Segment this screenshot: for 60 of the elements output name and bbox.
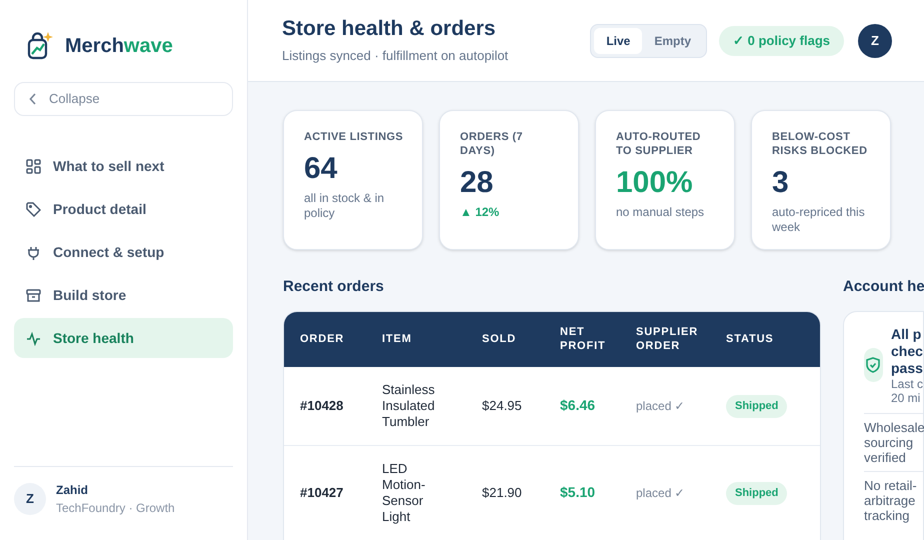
stat-label: AUTO-ROUTED TO SUPPLIER bbox=[616, 130, 702, 158]
column-header: ORDER bbox=[300, 332, 346, 346]
user-org: TechFoundry · Growth bbox=[56, 500, 175, 517]
table-cell-text: placed ✓ bbox=[636, 398, 686, 414]
column-header: ITEM bbox=[382, 332, 413, 346]
table-cell-text: $24.95 bbox=[482, 396, 523, 415]
user-name: Zahid bbox=[56, 482, 89, 499]
mode-tab[interactable]: Live bbox=[594, 28, 642, 54]
collapse-button[interactable]: Collapse bbox=[14, 82, 233, 116]
logo-icon bbox=[27, 32, 53, 60]
user-avatar: Z bbox=[14, 483, 46, 515]
page-subtitle: Listings synced · fulfillment on autopilot bbox=[282, 46, 508, 65]
table-cell-text: Stainless Insulated Tumbler bbox=[382, 382, 436, 430]
pulse-icon bbox=[26, 330, 41, 346]
avatar[interactable]: Z bbox=[858, 24, 892, 58]
policy-flags-badge: ✓ 0 policy flags bbox=[719, 26, 844, 56]
stat-note: no manual steps bbox=[616, 205, 706, 220]
stat-value: 3 bbox=[772, 165, 790, 201]
plug-icon bbox=[26, 244, 41, 260]
table-cell-text: $6.46 bbox=[560, 396, 596, 415]
brand-name: Merchwave bbox=[65, 34, 173, 59]
section-title: Recent orders bbox=[283, 277, 385, 297]
section-title: Account he bbox=[843, 277, 924, 297]
page-title: Store health & orders bbox=[282, 16, 497, 42]
nav-item[interactable]: Connect & setup bbox=[14, 232, 233, 272]
mode-tab[interactable]: Empty bbox=[642, 28, 704, 54]
stat-note: all in stock & in policy bbox=[304, 191, 386, 221]
box-icon bbox=[26, 288, 41, 302]
account-check-item: No retail-arbitrage tracking bbox=[864, 478, 918, 522]
table-cell-text: #10428 bbox=[300, 396, 344, 415]
stat-label: ORDERS (7 DAYS) bbox=[460, 130, 524, 158]
stat-note: ▲ 12% bbox=[460, 205, 500, 220]
shield-check-icon bbox=[864, 348, 883, 382]
column-header: NET PROFIT bbox=[560, 325, 607, 353]
nav-item[interactable]: Build store bbox=[14, 275, 233, 315]
column-header: SUPPLIER ORDER bbox=[636, 325, 696, 353]
nav-item[interactable]: Store health bbox=[14, 318, 233, 358]
table-cell-text: #10427 bbox=[300, 484, 344, 502]
stat-value: 28 bbox=[460, 165, 494, 201]
table-cell-text: LED Motion-Sensor Light bbox=[382, 460, 426, 524]
table-cell-text: $21.90 bbox=[482, 484, 523, 502]
stat-note: auto-repriced this week bbox=[772, 205, 866, 235]
tag-icon bbox=[26, 202, 41, 216]
nav-item[interactable]: What to sell next bbox=[14, 146, 233, 186]
stat-label: BELOW-COST RISKS BLOCKED bbox=[772, 130, 868, 158]
check-note: Last c 20 mi bbox=[890, 376, 923, 404]
table-cell-text: placed ✓ bbox=[636, 484, 686, 502]
column-header: STATUS bbox=[726, 332, 775, 346]
chevron-left-icon bbox=[29, 93, 37, 105]
stat-value: 100% bbox=[616, 165, 694, 201]
stat-label: ACTIVE LISTINGS bbox=[304, 130, 404, 144]
grid-icon bbox=[26, 158, 41, 174]
status-badge: Shipped bbox=[726, 482, 788, 505]
nav-item[interactable]: Product detail bbox=[14, 189, 233, 229]
check-title: All p chec pass bbox=[890, 326, 923, 376]
status-badge: Shipped bbox=[726, 395, 788, 418]
table-cell-text: $5.10 bbox=[560, 483, 596, 502]
column-header: SOLD bbox=[482, 332, 518, 346]
stat-value: 64 bbox=[304, 151, 338, 187]
account-check-item: Wholesale sourcing verified bbox=[864, 420, 922, 464]
